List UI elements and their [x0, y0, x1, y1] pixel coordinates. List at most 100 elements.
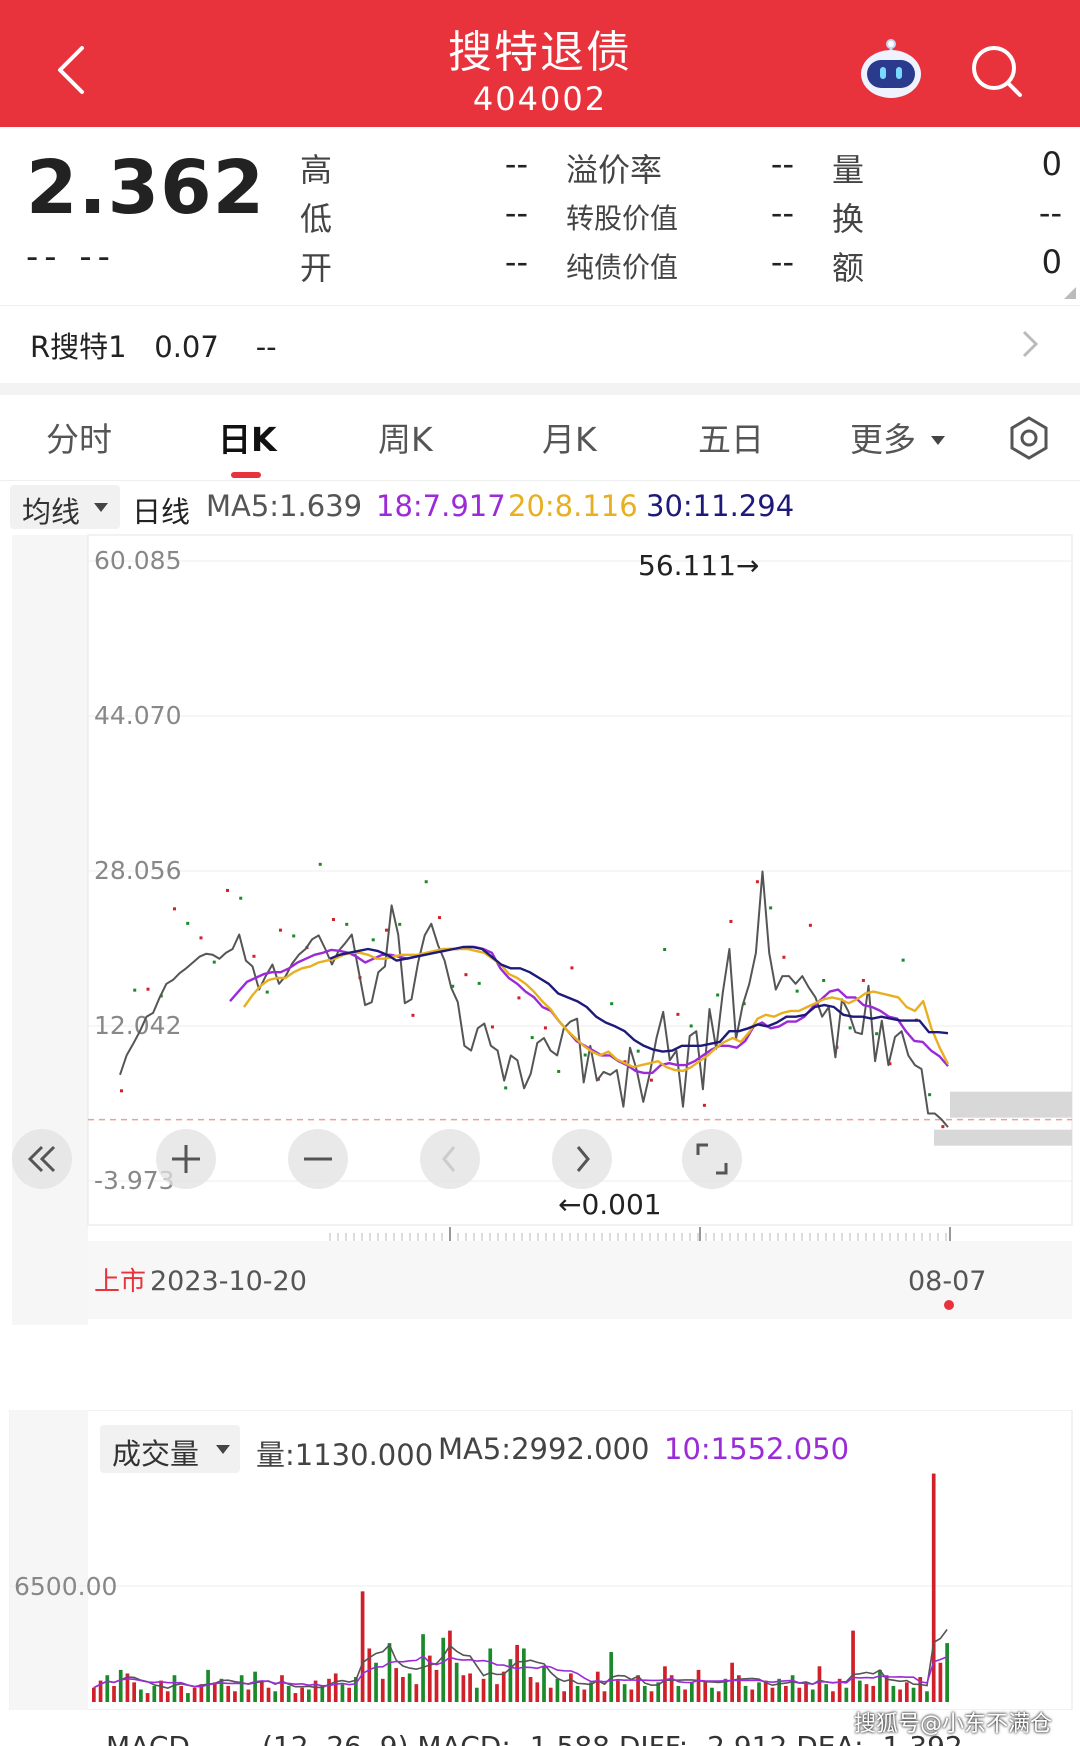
volume-bar: [710, 1687, 714, 1702]
volume-bar: [401, 1677, 405, 1702]
volume-ma10: 10:1552.050: [664, 1432, 850, 1466]
related-security-row[interactable]: R搜特1 0.07 --: [0, 305, 1080, 383]
volume-bar: [535, 1682, 540, 1702]
volume-bar: [831, 1691, 835, 1702]
candle-dot: [146, 987, 150, 991]
scroll-left-button[interactable]: [420, 1129, 480, 1189]
kline-chart[interactable]: 60.085 44.070 28.056 12.042 -3.973 56.111→ ←0…: [0, 531, 1080, 1341]
volume-bar: [192, 1687, 197, 1702]
volume-bar: [616, 1680, 620, 1702]
volume-bar: [92, 1687, 96, 1702]
candle-dot: [186, 921, 190, 925]
amount-value: 0: [1041, 243, 1062, 281]
tab-daily-k[interactable]: 日K: [218, 413, 277, 461]
y-tick-label: 44.070: [94, 701, 181, 730]
premium-label: 溢价率: [566, 151, 663, 189]
robot-assistant-icon[interactable]: [858, 38, 924, 100]
plus-icon: [172, 1145, 200, 1173]
candle-dot: [570, 966, 574, 970]
volume-bar: [333, 1673, 338, 1702]
related-name: R搜特1: [30, 330, 127, 364]
volume-bar: [602, 1691, 607, 1702]
volume-bar: [817, 1666, 822, 1702]
volume-bar: [522, 1648, 526, 1702]
search-icon[interactable]: [968, 42, 1026, 100]
volume-bar: [911, 1687, 916, 1702]
candle-dot: [808, 923, 812, 927]
indicator-select[interactable]: 均线: [10, 485, 120, 529]
tab-intraday[interactable]: 分时: [46, 413, 112, 461]
section-divider: [0, 383, 1080, 395]
settings-icon[interactable]: [1006, 415, 1052, 461]
minus-icon: [304, 1157, 332, 1161]
ma5-value: MA5:1.639: [206, 489, 363, 523]
volume-value: 0: [1041, 145, 1062, 183]
ma18-value: 18:7.917: [376, 489, 506, 523]
volume-bar: [286, 1685, 291, 1702]
price-change: -- --: [26, 237, 116, 277]
candle-dot: [676, 1012, 680, 1016]
candle-dot: [437, 916, 441, 920]
candle-dot: [504, 1086, 508, 1090]
volume-bar: [515, 1644, 519, 1702]
high-label: 高: [300, 151, 333, 189]
amount-label: 额: [832, 249, 865, 287]
turnover-label: 换: [832, 200, 865, 238]
candle-dot: [543, 1026, 547, 1030]
scroll-left-fast-button[interactable]: [12, 1129, 72, 1189]
y-tick-label: 60.085: [94, 546, 181, 575]
volume-bar: [589, 1682, 593, 1702]
volume-bar: [347, 1687, 352, 1702]
volume-bar: [441, 1637, 446, 1702]
candle-dot: [663, 948, 667, 952]
volume-bar: [804, 1682, 808, 1702]
volume-bar: [730, 1662, 734, 1702]
volume-bar: [925, 1691, 929, 1702]
candle-dot: [424, 880, 428, 884]
volume-bar: [784, 1685, 788, 1702]
tab-monthly-k[interactable]: 月K: [542, 413, 597, 461]
volume-bar: [582, 1689, 587, 1702]
tab-five-day[interactable]: 五日: [698, 413, 764, 461]
fullscreen-button[interactable]: [682, 1129, 742, 1189]
tab-weekly-k[interactable]: 周K: [378, 413, 433, 461]
volume-bar: [380, 1678, 385, 1702]
candle-dot: [212, 960, 216, 964]
volume-bar: [434, 1669, 439, 1702]
volume-bar: [273, 1691, 278, 1702]
volume-bar: [938, 1662, 943, 1702]
volume-label: 量: [832, 151, 865, 189]
volume-bar: [327, 1678, 331, 1702]
volume-bar: [878, 1669, 882, 1702]
expand-corner-icon[interactable]: [1064, 287, 1076, 299]
kline-chart-svg[interactable]: 60.08544.07028.05612.042-3.973 56.111→←0…: [0, 531, 1080, 1341]
tab-more[interactable]: 更多: [850, 413, 945, 461]
volume-indicator-select[interactable]: 成交量: [100, 1425, 240, 1473]
volume-bar: [293, 1693, 298, 1702]
candle-dot: [702, 1103, 706, 1107]
bond-value: --: [770, 243, 794, 281]
volume-bar: [340, 1684, 345, 1702]
ma30-value: 30:11.294: [646, 489, 795, 523]
y-axis-band: [12, 535, 88, 1325]
candle-dot: [583, 1053, 587, 1057]
volume-bar: [105, 1675, 110, 1702]
zoom-out-button[interactable]: [288, 1129, 348, 1189]
volume-bar: [945, 1643, 949, 1702]
volume-bar: [112, 1685, 116, 1702]
volume-bar: [139, 1689, 143, 1702]
candle-dot: [649, 1078, 653, 1082]
volume-bar: [481, 1678, 486, 1702]
scroll-right-button[interactable]: [552, 1129, 612, 1189]
volume-bar: [810, 1689, 815, 1702]
candle-dot: [782, 955, 786, 959]
volume-bar: [548, 1687, 553, 1702]
candle-dot: [225, 888, 229, 892]
volume-bar: [253, 1671, 257, 1702]
related-change: --: [255, 330, 277, 364]
volume-bar: [629, 1689, 634, 1702]
volume-bar: [528, 1677, 533, 1702]
macd-select-label[interactable]: MACD: [106, 1730, 190, 1746]
candle-dot: [729, 919, 733, 923]
zoom-in-button[interactable]: [156, 1129, 216, 1189]
